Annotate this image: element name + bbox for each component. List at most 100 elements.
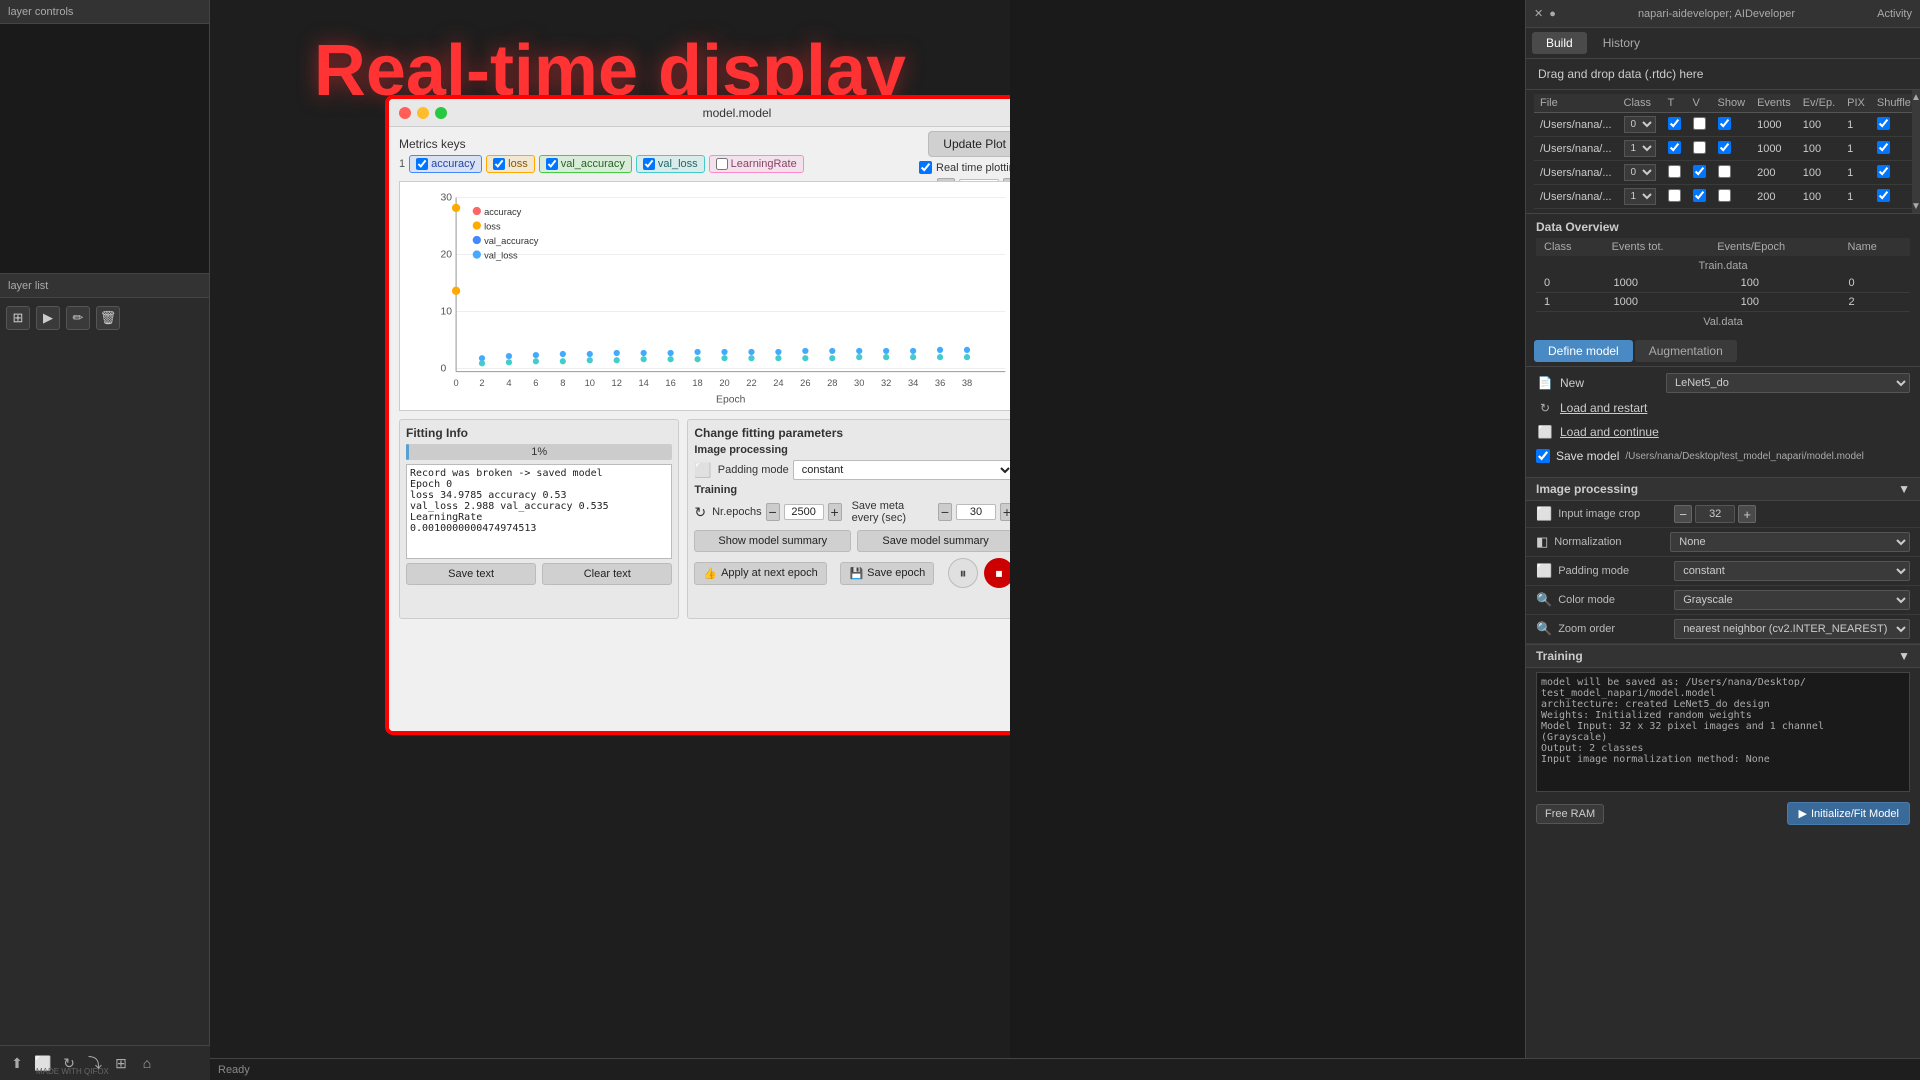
shuffle-checkbox-3[interactable] bbox=[1877, 189, 1890, 202]
grid-icon[interactable]: ⊞ bbox=[110, 1052, 132, 1074]
load-restart-label[interactable]: Load and restart bbox=[1560, 401, 1660, 415]
home-icon[interactable]: ⌂ bbox=[136, 1052, 158, 1074]
load-restart-icon: ↻ bbox=[1536, 399, 1554, 417]
init-fit-button[interactable]: ▶ Initialize/Fit Model bbox=[1787, 802, 1910, 825]
class-select-3[interactable]: 01 bbox=[1624, 188, 1656, 205]
save-model-checkbox[interactable] bbox=[1536, 449, 1550, 463]
close-icon[interactable]: ✕ bbox=[1534, 7, 1543, 20]
scroll-down-arrow[interactable]: ▼ bbox=[1912, 199, 1920, 213]
save-text-button[interactable]: Save text bbox=[406, 563, 536, 585]
v-checkbox-2[interactable] bbox=[1693, 165, 1706, 178]
crop-increase-button[interactable]: + bbox=[1738, 505, 1756, 523]
color-mode-select[interactable]: Grayscale bbox=[1674, 590, 1910, 610]
pause-button[interactable]: ⏸ bbox=[948, 558, 978, 588]
nr-epochs-increase[interactable]: + bbox=[828, 503, 842, 521]
metric-accuracy: accuracy bbox=[409, 155, 482, 173]
zoom-order-row: 🔍 Zoom order nearest neighbor (cv2.INTER… bbox=[1526, 615, 1920, 644]
loss-checkbox[interactable] bbox=[493, 158, 505, 170]
fitting-info-panel: Fitting Info 1% Record was broken -> sav… bbox=[399, 419, 679, 619]
svg-text:4: 4 bbox=[506, 378, 511, 388]
val-loss-checkbox[interactable] bbox=[643, 158, 655, 170]
save-model-label: Save model bbox=[1556, 449, 1619, 463]
shuffle-checkbox-1[interactable] bbox=[1877, 141, 1890, 154]
minimize-window-icon[interactable] bbox=[417, 107, 429, 119]
col-v: V bbox=[1687, 94, 1712, 113]
v-checkbox-1[interactable] bbox=[1693, 141, 1706, 154]
edit-icon[interactable]: ✏ bbox=[66, 306, 90, 330]
class-select-2[interactable]: 01 bbox=[1624, 164, 1656, 181]
update-plot-button[interactable]: Update Plot bbox=[928, 131, 1010, 157]
shuffle-checkbox-2[interactable] bbox=[1877, 165, 1890, 178]
accuracy-checkbox[interactable] bbox=[416, 158, 428, 170]
play-icon-init: ▶ bbox=[1798, 807, 1806, 820]
class-select-1[interactable]: 01 bbox=[1624, 140, 1656, 157]
nr-epochs-input[interactable] bbox=[784, 504, 824, 520]
load-restart-row: ↻ Load and restart bbox=[1536, 399, 1910, 417]
show-model-summary-button[interactable]: Show model summary bbox=[694, 530, 851, 552]
normalization-select[interactable]: None bbox=[1670, 532, 1910, 552]
crop-input[interactable] bbox=[1695, 505, 1735, 523]
apply-next-epoch-button[interactable]: 👍 Apply at next epoch bbox=[694, 562, 826, 585]
save-meta-increase[interactable]: + bbox=[1000, 503, 1010, 521]
training-section-header[interactable]: Training ▼ bbox=[1526, 644, 1920, 668]
load-continue-label[interactable]: Load and continue bbox=[1560, 425, 1660, 439]
close-window-icon[interactable] bbox=[399, 107, 411, 119]
save-epoch-button[interactable]: 💾 Save epoch bbox=[840, 562, 934, 585]
show-checkbox-1[interactable] bbox=[1718, 141, 1731, 154]
window-controls: ✕ ● bbox=[1534, 7, 1556, 20]
table-row: /Users/nana/... 01 1000 100 1 1 bbox=[1534, 113, 1920, 137]
drag-drop-area[interactable]: Drag and drop data (.rtdc) here bbox=[1526, 59, 1920, 90]
model-summary-buttons: Show model summary Save model summary bbox=[694, 530, 1010, 552]
show-checkbox-2[interactable] bbox=[1718, 165, 1731, 178]
shuffle-checkbox-0[interactable] bbox=[1877, 117, 1890, 130]
v-checkbox-3[interactable] bbox=[1693, 189, 1706, 202]
t-checkbox-3[interactable] bbox=[1668, 189, 1681, 202]
save-meta-input[interactable] bbox=[956, 504, 996, 520]
nr-epochs-decrease[interactable]: − bbox=[766, 503, 780, 521]
stop-button[interactable]: ⏹ bbox=[984, 558, 1010, 588]
table-scrollbar[interactable]: ▲ ▼ bbox=[1912, 90, 1920, 213]
tab-history[interactable]: History bbox=[1589, 32, 1654, 54]
padding-mode-select2[interactable]: constant bbox=[1674, 561, 1910, 581]
maximize-window-icon[interactable] bbox=[435, 107, 447, 119]
input-crop-row: ⬜ Input image crop − + bbox=[1526, 501, 1920, 528]
tab-augmentation[interactable]: Augmentation bbox=[1635, 340, 1737, 362]
clear-text-button[interactable]: Clear text bbox=[542, 563, 672, 585]
save-model-summary-button[interactable]: Save model summary bbox=[857, 530, 1010, 552]
scroll-up-arrow[interactable]: ▲ bbox=[1912, 90, 1920, 104]
new-model-select[interactable]: LeNet5_do bbox=[1666, 373, 1910, 393]
padding-mode-select[interactable]: constant bbox=[793, 460, 1010, 480]
class-select-0[interactable]: 01 bbox=[1624, 116, 1656, 133]
save-meta-decrease[interactable]: − bbox=[938, 503, 952, 521]
tab-define-model[interactable]: Define model bbox=[1534, 340, 1633, 362]
play-icon[interactable]: ▶ bbox=[36, 306, 60, 330]
col-events: Events bbox=[1751, 94, 1797, 113]
v-checkbox-0[interactable] bbox=[1693, 117, 1706, 130]
show-checkbox-0[interactable] bbox=[1718, 117, 1731, 130]
delete-icon[interactable]: 🗑 bbox=[96, 306, 120, 330]
chart-svg: 30 20 10 0 0 2 4 bbox=[400, 182, 1010, 410]
svg-text:36: 36 bbox=[935, 378, 945, 388]
zoom-order-select[interactable]: nearest neighbor (cv2.INTER_NEAREST) bbox=[1674, 619, 1910, 639]
upload-icon[interactable]: ⬆ bbox=[6, 1052, 28, 1074]
chart-area: 30 20 10 0 0 2 4 bbox=[399, 181, 1010, 411]
free-ram-button[interactable]: Free RAM bbox=[1536, 804, 1604, 824]
val-accuracy-checkbox[interactable] bbox=[546, 158, 558, 170]
table-row: /Users/nana/... 01 200 100 1 1 bbox=[1534, 161, 1920, 185]
training-collapse-icon: ▼ bbox=[1898, 649, 1910, 663]
realtime-checkbox[interactable] bbox=[919, 161, 932, 174]
crop-decrease-button[interactable]: − bbox=[1674, 505, 1692, 523]
fitting-log-area: Record was broken -> saved model Epoch 0… bbox=[406, 464, 672, 559]
tab-build[interactable]: Build bbox=[1532, 32, 1587, 54]
right-panel: ✕ ● napari-aideveloper; AIDeveloper Acti… bbox=[1525, 0, 1920, 1058]
t-checkbox-1[interactable] bbox=[1668, 141, 1681, 154]
data-table-section: File Class T V Show Events Ev/Ep. PIX Sh… bbox=[1526, 90, 1920, 213]
learning-rate-checkbox[interactable] bbox=[716, 158, 728, 170]
t-checkbox-2[interactable] bbox=[1668, 165, 1681, 178]
show-checkbox-3[interactable] bbox=[1718, 189, 1731, 202]
add-layer-icon[interactable]: ⊞ bbox=[6, 306, 30, 330]
col-evep: Ev/Ep. bbox=[1797, 94, 1841, 113]
image-processing-header[interactable]: Image processing ▼ bbox=[1526, 477, 1920, 501]
t-checkbox-0[interactable] bbox=[1668, 117, 1681, 130]
nr-epochs-row: ↻ Nr.epochs − + Save meta every (sec) − … bbox=[694, 500, 1010, 524]
